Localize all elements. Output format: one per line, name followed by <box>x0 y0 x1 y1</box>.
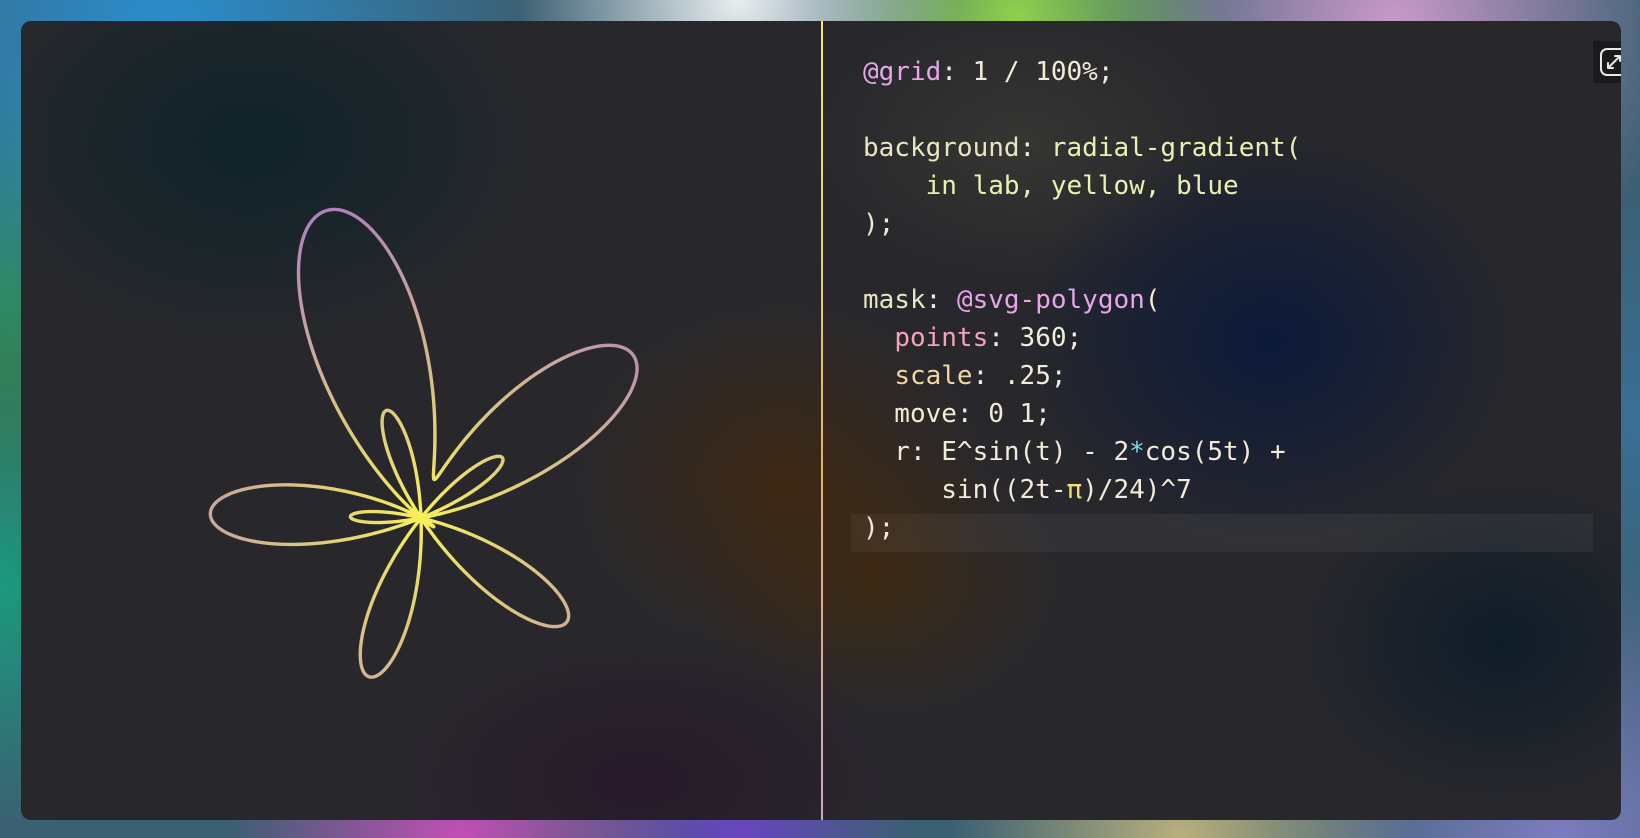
code-token: ); <box>863 209 895 239</box>
code-line[interactable]: move: 0 1; <box>863 395 1301 433</box>
code-token: mask <box>863 285 926 315</box>
code-token: : .25; <box>972 361 1067 391</box>
code-line[interactable]: ); <box>863 205 1301 243</box>
code-token: radial-gradient( <box>1050 133 1302 163</box>
code-line[interactable]: mask: @svg-polygon( <box>863 281 1301 319</box>
code-token: points <box>894 323 989 353</box>
code-token: : 1 / 100%; <box>941 57 1114 87</box>
expand-button[interactable] <box>1593 41 1621 83</box>
code-token: move: 0 1; <box>863 399 1051 429</box>
code-line[interactable]: points: 360; <box>863 319 1301 357</box>
code-token: r: E^sin(t) - 2 <box>863 437 1130 467</box>
code-content[interactable]: @grid: 1 / 100%; background: radial-grad… <box>863 53 1301 547</box>
code-token: in lab, yellow, blue <box>863 171 1239 201</box>
polar-curve-preview <box>208 207 639 679</box>
code-token: * <box>1129 437 1145 467</box>
code-line[interactable]: scale: .25; <box>863 357 1301 395</box>
code-token: )/24)^7 <box>1082 475 1192 505</box>
flower-curve <box>208 207 639 679</box>
expand-arrows-icon <box>1600 48 1621 76</box>
code-line[interactable]: sin((2t-π)/24)^7 <box>863 471 1301 509</box>
code-line[interactable]: background: radial-gradient( <box>863 129 1301 167</box>
code-line[interactable]: ); <box>863 509 1301 547</box>
code-token: @svg-polygon <box>956 285 1145 315</box>
code-line[interactable] <box>863 243 1301 281</box>
code-token: sin((2t- <box>863 475 1067 505</box>
playground-window: @grid: 1 / 100%; background: radial-grad… <box>21 21 1621 820</box>
code-token: : <box>925 285 957 315</box>
code-line[interactable]: @grid: 1 / 100%; <box>863 53 1301 91</box>
code-token: background <box>863 133 1020 163</box>
code-token: scale <box>894 361 973 391</box>
preview-pane <box>21 21 821 820</box>
code-token: ); <box>863 513 895 543</box>
code-token: : 360; <box>988 323 1083 353</box>
code-editor[interactable]: @grid: 1 / 100%; background: radial-grad… <box>823 21 1621 820</box>
code-line[interactable] <box>863 91 1301 129</box>
code-token: : <box>1019 133 1051 163</box>
code-token: cos(5t) + <box>1144 437 1286 467</box>
code-token: ( <box>1144 285 1161 315</box>
code-token: @grid <box>863 57 942 87</box>
code-line[interactable]: in lab, yellow, blue <box>863 167 1301 205</box>
code-token: π <box>1066 475 1083 505</box>
code-line[interactable]: r: E^sin(t) - 2*cos(5t) + <box>863 433 1301 471</box>
